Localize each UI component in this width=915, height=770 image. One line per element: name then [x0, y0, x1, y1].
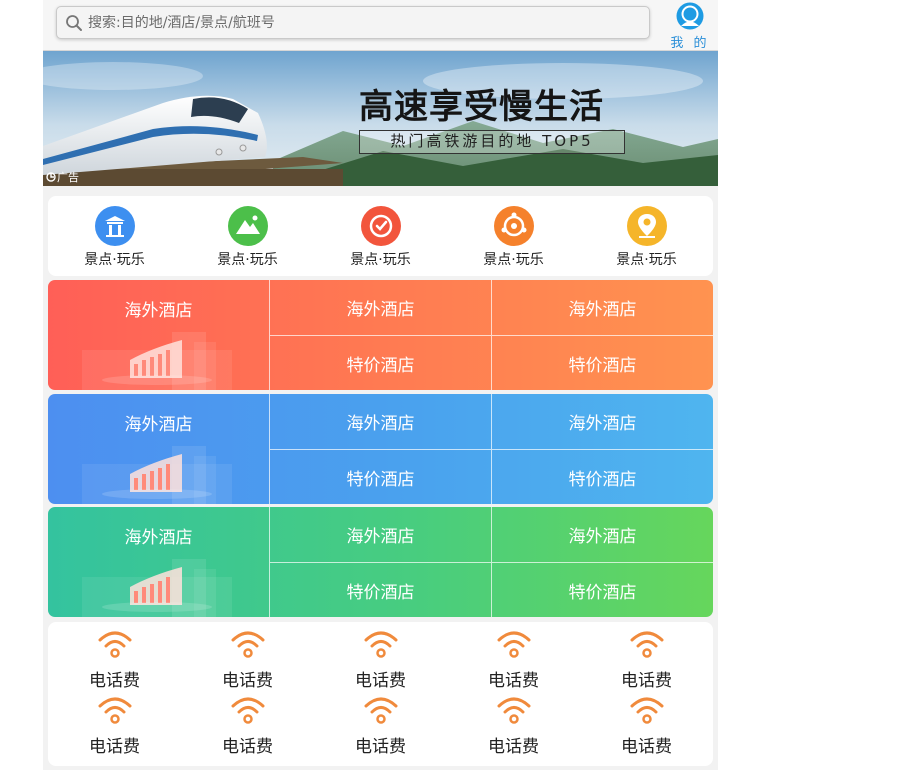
hotel-building-icon [82, 559, 232, 617]
promo-banner[interactable]: 高速享受慢生活 热门高铁游目的地 TOP5 广告 [43, 51, 718, 186]
wifi-icon [230, 628, 266, 660]
user-avatar-icon [676, 2, 704, 30]
category-label: 景点·玩乐 [350, 252, 411, 268]
hotel-building-icon [82, 332, 232, 390]
service-label: 电话费 [488, 671, 539, 691]
ad-icon [46, 172, 56, 182]
header-bar: 我 的 [43, 0, 718, 51]
ad-label: 广告 [57, 171, 79, 184]
wifi-icon [363, 694, 399, 726]
location-pin-icon [626, 206, 667, 246]
hotel-tile[interactable]: 海外酒店 [491, 394, 713, 449]
hotel-tile[interactable]: 海外酒店 [269, 507, 491, 562]
service-item[interactable]: 电话费 [580, 628, 713, 694]
hotel-grid-blue: 海外酒店 海外酒店 海外酒店 特价酒店 特价酒店 [48, 394, 713, 504]
category-row: 景点·玩乐 景点·玩乐 景点·玩乐 景点·玩乐 景点·玩乐 [48, 196, 713, 276]
service-item[interactable]: 电话费 [580, 694, 713, 760]
wifi-icon [629, 628, 665, 660]
temple-icon [94, 206, 135, 246]
app-screen: 我 的 [43, 0, 718, 770]
search-box[interactable] [56, 6, 650, 39]
wifi-icon [629, 694, 665, 726]
hotel-building-icon [82, 446, 232, 504]
category-item-1[interactable]: 景点·玩乐 [48, 196, 181, 276]
service-item[interactable]: 电话费 [48, 628, 181, 694]
category-label: 景点·玩乐 [217, 252, 278, 268]
my-account-button[interactable]: 我 的 [669, 2, 711, 51]
service-grid: 电话费 电话费 电话费 电话费 电话费 电话费 电话费 电话费 电话费 电话费 [48, 622, 713, 766]
hotel-tile[interactable]: 特价酒店 [491, 562, 713, 617]
hotel-tile[interactable]: 特价酒店 [269, 335, 491, 390]
hotel-tile[interactable]: 特价酒店 [491, 335, 713, 390]
hotel-tile[interactable]: 特价酒店 [269, 562, 491, 617]
hotel-tile[interactable]: 特价酒店 [269, 449, 491, 504]
ad-tag: 广告 [46, 169, 79, 185]
service-label: 电话费 [89, 671, 140, 691]
hotel-main-label: 海外酒店 [124, 301, 193, 321]
category-item-3[interactable]: 景点·玩乐 [314, 196, 447, 276]
service-item[interactable]: 电话费 [181, 694, 314, 760]
hotel-main-label: 海外酒店 [124, 415, 193, 435]
service-item[interactable]: 电话费 [48, 694, 181, 760]
service-label: 电话费 [355, 737, 406, 757]
star-ring-icon [493, 206, 534, 246]
hotel-tile[interactable]: 海外酒店 [269, 280, 491, 335]
hotel-main-label: 海外酒店 [124, 528, 193, 548]
hotel-tile[interactable]: 海外酒店 [269, 394, 491, 449]
service-label: 电话费 [355, 671, 406, 691]
mountain-icon [227, 206, 268, 246]
banner-headline: 高速享受慢生活 [359, 87, 604, 127]
wifi-icon [97, 628, 133, 660]
category-label: 景点·玩乐 [483, 252, 544, 268]
category-item-5[interactable]: 景点·玩乐 [580, 196, 713, 276]
wifi-icon [97, 694, 133, 726]
service-label: 电话费 [222, 671, 273, 691]
hotel-main-tile[interactable]: 海外酒店 [48, 280, 269, 390]
service-item[interactable]: 电话费 [181, 628, 314, 694]
category-label: 景点·玩乐 [616, 252, 677, 268]
service-label: 电话费 [621, 671, 672, 691]
service-label: 电话费 [222, 737, 273, 757]
hotel-grid-green: 海外酒店 海外酒店 海外酒店 特价酒店 特价酒店 [48, 507, 713, 617]
hotel-main-tile[interactable]: 海外酒店 [48, 507, 269, 617]
service-label: 电话费 [621, 737, 672, 757]
hotel-tile[interactable]: 海外酒店 [491, 280, 713, 335]
wifi-icon [363, 628, 399, 660]
wifi-icon [496, 694, 532, 726]
service-item[interactable]: 电话费 [314, 628, 447, 694]
wifi-icon [230, 694, 266, 726]
hotel-main-tile[interactable]: 海外酒店 [48, 394, 269, 504]
category-item-2[interactable]: 景点·玩乐 [181, 196, 314, 276]
service-item[interactable]: 电话费 [314, 694, 447, 760]
service-label: 电话费 [89, 737, 140, 757]
service-item[interactable]: 电话费 [447, 628, 580, 694]
hotel-grid-red: 海外酒店 海外酒店 海外酒店 特价酒店 特价酒店 [48, 280, 713, 390]
banner-subline: 热门高铁游目的地 TOP5 [359, 130, 625, 154]
service-item[interactable]: 电话费 [447, 694, 580, 760]
hotel-tile[interactable]: 海外酒店 [491, 507, 713, 562]
hotel-tile[interactable]: 特价酒店 [491, 449, 713, 504]
service-label: 电话费 [488, 737, 539, 757]
category-label: 景点·玩乐 [84, 252, 145, 268]
search-icon [60, 7, 88, 38]
my-account-label: 我 的 [670, 36, 710, 51]
wifi-icon [496, 628, 532, 660]
search-input[interactable] [88, 14, 628, 31]
category-item-4[interactable]: 景点·玩乐 [447, 196, 580, 276]
badge-icon [360, 206, 401, 246]
